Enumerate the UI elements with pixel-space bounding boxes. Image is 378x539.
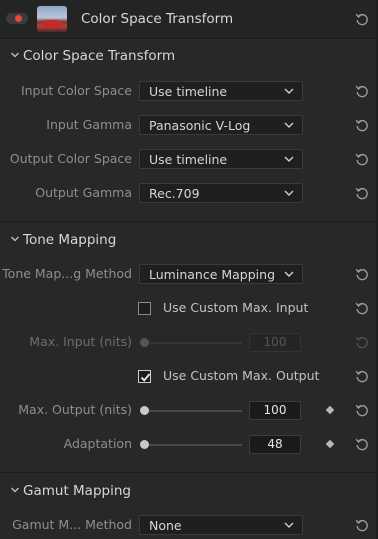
chevron-down-icon	[284, 522, 294, 528]
reset-icon[interactable]	[355, 369, 369, 383]
chevron-down-icon	[284, 156, 294, 162]
reset-icon[interactable]	[355, 186, 369, 200]
input-color-space-select[interactable]: Use timeline	[139, 81, 303, 101]
select-value: Use timeline	[149, 84, 228, 99]
use-custom-max-input-checkbox[interactable]	[138, 302, 151, 315]
reset-icon[interactable]	[355, 518, 369, 532]
clip-thumbnail	[37, 6, 67, 32]
chevron-down-icon	[11, 236, 19, 242]
gamut-mapping-method-select[interactable]: None	[139, 515, 303, 535]
section-color-space-transform[interactable]: Color Space Transform	[0, 39, 378, 73]
max-input-label: Max. Input (nits)	[29, 334, 132, 349]
input-gamma-select[interactable]: Panasonic V-Log	[139, 115, 303, 135]
reset-icon[interactable]	[355, 301, 369, 315]
car-image	[43, 20, 62, 27]
keyframe-diamond-icon[interactable]	[325, 405, 335, 415]
reset-icon[interactable]	[355, 84, 369, 98]
max-input-value[interactable]: 100	[249, 333, 301, 352]
reset-icon[interactable]	[355, 267, 369, 281]
input-gamma-label: Input Gamma	[46, 117, 132, 132]
adaptation-value[interactable]: 48	[249, 435, 301, 454]
chevron-down-icon	[284, 88, 294, 94]
select-value: Luminance Mapping	[149, 267, 276, 282]
output-gamma-select[interactable]: Rec.709	[139, 183, 303, 203]
reset-icon[interactable]	[355, 403, 369, 417]
output-color-space-select[interactable]: Use timeline	[139, 149, 303, 169]
tone-mapping-method-select[interactable]: Luminance Mapping	[139, 264, 303, 284]
chevron-down-icon	[284, 271, 294, 277]
use-custom-max-input-label: Use Custom Max. Input	[163, 300, 309, 315]
use-custom-max-output-checkbox[interactable]	[138, 370, 151, 383]
node-header: Color Space Transform	[0, 0, 378, 39]
section-title: Tone Mapping	[23, 232, 117, 248]
reset-icon[interactable]	[355, 335, 369, 349]
input-color-space-label: Input Color Space	[20, 83, 132, 98]
section-tone-mapping[interactable]: Tone Mapping	[0, 223, 378, 257]
chevron-down-icon	[11, 52, 19, 58]
use-custom-max-output-label: Use Custom Max. Output	[163, 368, 320, 383]
select-value: Use timeline	[149, 152, 228, 167]
tone-mapping-method-label: Tone Map...g Method	[2, 266, 132, 281]
reset-icon[interactable]	[355, 12, 369, 26]
max-output-slider[interactable]	[145, 410, 242, 412]
chevron-down-icon	[11, 487, 19, 493]
enable-dot-icon	[15, 15, 22, 22]
output-color-space-label: Output Color Space	[9, 151, 132, 166]
section-title: Gamut Mapping	[23, 483, 131, 499]
reset-icon[interactable]	[355, 437, 369, 451]
max-output-slider-handle[interactable]	[140, 406, 149, 415]
reset-icon[interactable]	[355, 118, 369, 132]
section-gamut-mapping[interactable]: Gamut Mapping	[0, 474, 378, 508]
section-divider	[0, 472, 378, 473]
select-value: None	[149, 518, 182, 533]
gamut-mapping-method-label: Gamut M... Method	[12, 517, 132, 532]
max-output-label: Max. Output (nits)	[18, 402, 132, 417]
keyframe-diamond-icon[interactable]	[325, 439, 335, 449]
section-divider	[0, 221, 378, 222]
reset-icon[interactable]	[355, 152, 369, 166]
max-input-slider-handle[interactable]	[140, 338, 149, 347]
section-title: Color Space Transform	[23, 48, 176, 64]
adaptation-label: Adaptation	[63, 436, 132, 451]
select-value: Rec.709	[149, 186, 200, 201]
chevron-down-icon	[284, 122, 294, 128]
adaptation-slider-handle[interactable]	[140, 440, 149, 449]
adaptation-slider[interactable]	[145, 444, 242, 446]
checkmark-icon	[140, 373, 151, 382]
select-value: Panasonic V-Log	[149, 118, 251, 133]
max-input-slider[interactable]	[145, 342, 242, 344]
max-output-value[interactable]: 100	[249, 401, 301, 420]
output-gamma-label: Output Gamma	[35, 185, 132, 200]
header-title: Color Space Transform	[81, 11, 234, 27]
node-enable-toggle[interactable]	[6, 13, 28, 24]
chevron-down-icon	[284, 190, 294, 196]
